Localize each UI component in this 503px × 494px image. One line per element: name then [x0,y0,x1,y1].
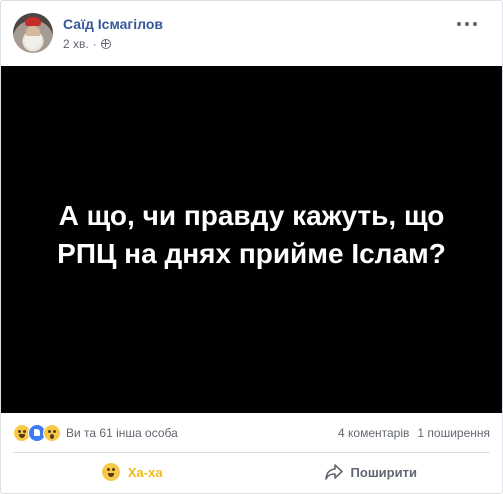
avatar-beard [25,36,41,49]
post-actions: Ха-ха Поширити [13,453,490,491]
post-stats: Ви та 61 інша особа 4 коментарів 1 пошир… [13,420,490,446]
author-avatar[interactable] [13,13,53,53]
dot-icon [457,22,461,26]
share-button[interactable]: Поширити [252,464,491,480]
share-icon [324,464,343,480]
post-card: Саїд Ісмагілов 2 хв. · А що, чи правду к… [0,0,503,494]
globe-icon[interactable] [100,39,111,49]
eye [23,430,26,433]
haha-icon [101,463,120,481]
eye [18,430,21,433]
post-meta: 2 хв. · [63,37,111,51]
meta-separator: · [92,37,97,51]
wow-icon [43,424,61,442]
reaction-label: Ха-ха [127,464,163,480]
eye [106,468,110,471]
thumb [34,429,40,436]
eye [111,468,115,471]
haha-reaction-button[interactable]: Ха-ха [13,463,252,481]
share-label: Поширити [350,464,417,480]
reactions-summary[interactable]: Ви та 61 інша особа [13,424,178,442]
image-text-line: РПЦ на днях прийме Іслам? [57,237,446,269]
reactions-text[interactable]: Ви та 61 інша особа [66,426,178,440]
shares-count[interactable]: 1 поширення [417,426,490,440]
image-text: А що, чи правду кажуть, що РПЦ на днях п… [22,197,482,273]
post-timestamp[interactable]: 2 хв. [63,37,89,51]
image-text-line: А що, чи правду кажуть, що [58,199,445,231]
comments-count[interactable]: 4 коментарів [338,426,409,440]
eye [48,430,51,433]
dot-icon [473,22,477,26]
author-name[interactable]: Саїд Ісмагілов [63,16,163,32]
more-options-icon[interactable] [457,17,477,31]
mouth [107,473,114,477]
mouth [19,434,25,438]
engagement-counts: 4 коментарів 1 поширення [338,426,490,440]
post-image[interactable]: А що, чи правду кажуть, що РПЦ на днях п… [1,66,502,413]
eye [53,430,56,433]
avatar-cap [25,17,41,26]
post-header: Саїд Ісмагілов 2 хв. · [13,13,483,55]
dot-icon [465,22,469,26]
mouth [50,434,54,439]
